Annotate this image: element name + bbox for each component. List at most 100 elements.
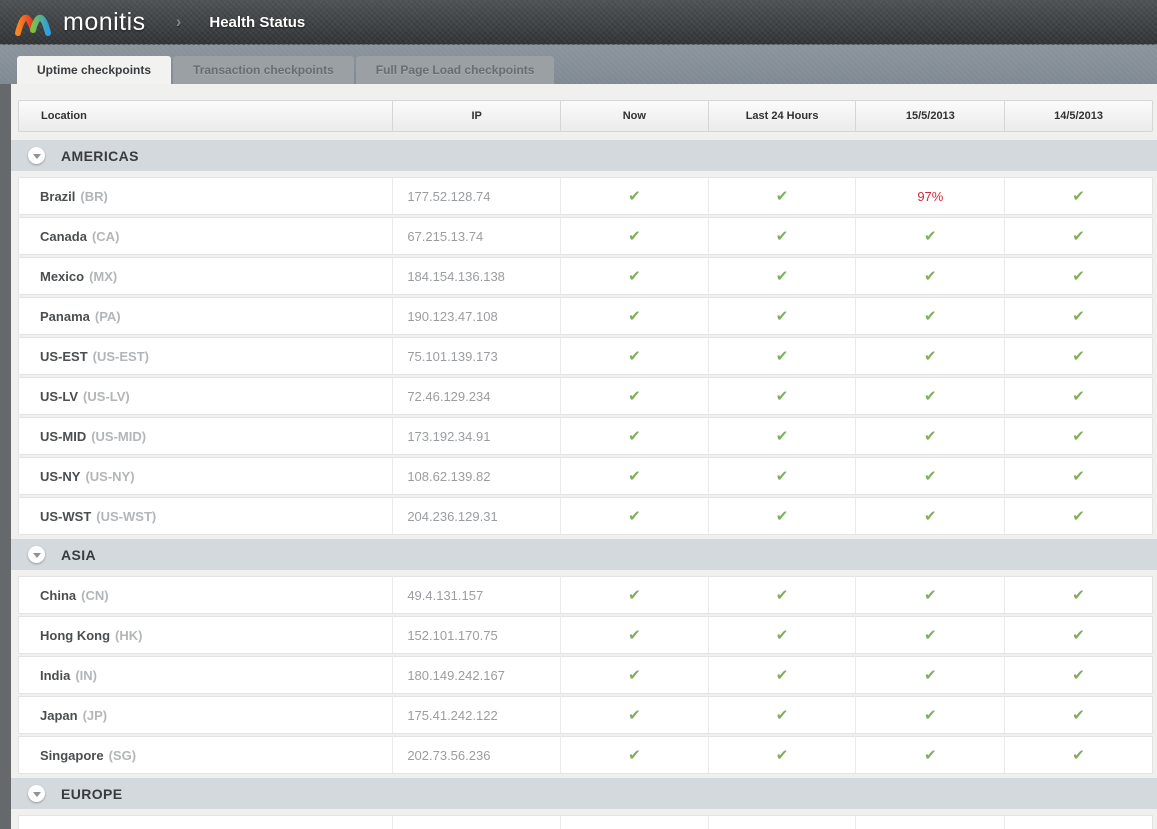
collapse-toggle-button[interactable] — [28, 147, 45, 164]
status-ok-check-icon: ✔ — [775, 666, 789, 684]
section-header-asia[interactable]: ASIA — [11, 539, 1157, 570]
table-row: US-MID (US-MID) 173.192.34.91 ✔ ✔ ✔ ✔ — [18, 417, 1153, 455]
column-header-location: Location — [41, 110, 87, 122]
page-title: Health Status — [209, 13, 306, 31]
location-code: (US-NY) — [85, 468, 135, 484]
tab-uptime-checkpoints[interactable]: Uptime checkpoints — [17, 56, 172, 84]
status-ok-check-icon: ✔ — [628, 626, 641, 644]
status-ok-check-icon: ✔ — [924, 347, 937, 365]
status-cell: ✔ — [1004, 737, 1152, 773]
ip-address: 190.123.47.108 — [407, 308, 498, 324]
ip-address: 177.52.128.74 — [407, 188, 491, 204]
status-cell: ✔ — [855, 338, 1004, 374]
location-name: Brazil — [40, 188, 76, 204]
section-header-americas[interactable]: AMERICAS — [11, 140, 1157, 171]
status-ok-check-icon: ✔ — [628, 746, 641, 764]
status-cell: ✔ — [855, 258, 1004, 294]
section-rows-europe — [18, 815, 1153, 829]
status-cell: ✔ — [707, 697, 856, 733]
ip-cell: 152.101.170.75 — [392, 617, 560, 653]
ip-address: 49.4.131.157 — [407, 587, 484, 603]
section-title: AMERICAS — [61, 147, 139, 164]
chevron-down-icon — [32, 791, 41, 797]
status-cell: ✔ — [559, 258, 708, 294]
status-ok-check-icon: ✔ — [1072, 467, 1085, 485]
status-ok-check-icon: ✔ — [924, 746, 937, 764]
ip-cell: 67.215.13.74 — [392, 218, 560, 254]
ip-cell: 108.62.139.82 — [392, 458, 560, 494]
ip-cell — [392, 816, 560, 829]
tab-full-page-load-checkpoints[interactable]: Full Page Load checkpoints — [355, 56, 555, 84]
status-ok-check-icon: ✔ — [924, 507, 937, 525]
status-cell — [855, 816, 1004, 829]
status-cell: ✔ — [1004, 338, 1152, 374]
table-row: Mexico (MX) 184.154.136.138 ✔ ✔ ✔ ✔ — [18, 257, 1153, 295]
ip-address: 108.62.139.82 — [407, 468, 491, 484]
location-code: (SG) — [108, 747, 137, 763]
status-cell: ✔ — [559, 178, 708, 214]
status-ok-check-icon: ✔ — [628, 586, 641, 604]
location-cell: US-NY (US-NY) — [19, 458, 392, 494]
status-cell: ✔ — [707, 378, 856, 414]
status-ok-check-icon: ✔ — [628, 187, 641, 205]
status-cell: ✔ — [1004, 657, 1152, 693]
monitis-logo[interactable]: monitis — [13, 7, 146, 37]
location-cell: Mexico (MX) — [19, 258, 392, 294]
status-ok-check-icon: ✔ — [924, 267, 937, 285]
section-header-europe[interactable]: EUROPE — [11, 778, 1157, 809]
status-ok-check-icon: ✔ — [775, 746, 789, 764]
column-header-date-14-5-2013: 14/5/2013 — [1004, 101, 1152, 131]
status-ok-check-icon: ✔ — [1072, 746, 1085, 764]
status-cell: ✔ — [1004, 617, 1152, 653]
status-ok-check-icon: ✔ — [775, 507, 789, 525]
status-cell: ✔ — [855, 697, 1004, 733]
status-cell: ✔ — [707, 298, 856, 334]
monitis-m-icon — [13, 7, 53, 37]
table-row: US-LV (US-LV) 72.46.129.234 ✔ ✔ ✔ ✔ — [18, 377, 1153, 415]
location-cell: Panama (PA) — [19, 298, 392, 334]
ip-cell: 175.41.242.122 — [392, 697, 560, 733]
ip-address: 184.154.136.138 — [407, 268, 505, 284]
ip-cell: 173.192.34.91 — [392, 418, 560, 454]
collapse-toggle-button[interactable] — [28, 546, 45, 563]
status-cell: ✔ — [855, 498, 1004, 534]
status-ok-check-icon: ✔ — [775, 626, 789, 644]
table-row: Japan (JP) 175.41.242.122 ✔ ✔ ✔ ✔ — [18, 696, 1153, 734]
tab-transaction-checkpoints[interactable]: Transaction checkpoints — [173, 56, 354, 84]
location-code: (CN) — [81, 587, 109, 603]
ip-address: 67.215.13.74 — [407, 228, 484, 244]
ip-address: 72.46.129.234 — [407, 388, 491, 404]
table-row — [18, 815, 1153, 829]
status-ok-check-icon: ✔ — [924, 666, 937, 684]
ip-address: 75.101.139.173 — [407, 348, 498, 364]
location-name: Hong Kong — [40, 627, 111, 643]
status-cell: ✔ — [855, 378, 1004, 414]
table-row: Panama (PA) 190.123.47.108 ✔ ✔ ✔ ✔ — [18, 297, 1153, 335]
brand-text: monitis — [63, 7, 146, 36]
status-cell: ✔ — [1004, 458, 1152, 494]
table-row: China (CN) 49.4.131.157 ✔ ✔ ✔ ✔ — [18, 576, 1153, 614]
status-ok-check-icon: ✔ — [924, 626, 937, 644]
status-ok-check-icon: ✔ — [1072, 267, 1085, 285]
status-ok-check-icon: ✔ — [628, 347, 641, 365]
status-ok-check-icon: ✔ — [628, 427, 641, 445]
status-cell — [707, 816, 856, 829]
table-row: Canada (CA) 67.215.13.74 ✔ ✔ ✔ ✔ — [18, 217, 1153, 255]
status-ok-check-icon: ✔ — [775, 706, 789, 724]
section-title: EUROPE — [61, 785, 123, 802]
location-cell: Canada (CA) — [19, 218, 392, 254]
status-ok-check-icon: ✔ — [775, 347, 789, 365]
status-ok-check-icon: ✔ — [1072, 227, 1085, 245]
ip-cell: 49.4.131.157 — [392, 577, 560, 613]
status-cell: ✔ — [559, 657, 708, 693]
status-ok-check-icon: ✔ — [924, 706, 937, 724]
status-ok-check-icon: ✔ — [628, 706, 641, 724]
status-cell: ✔ — [1004, 498, 1152, 534]
table-row: India (IN) 180.149.242.167 ✔ ✔ ✔ ✔ — [18, 656, 1153, 694]
status-cell: ✔ — [1004, 378, 1152, 414]
location-code: (US-MID) — [91, 428, 147, 444]
location-cell: US-WST (US-WST) — [19, 498, 392, 534]
status-ok-check-icon: ✔ — [628, 227, 641, 245]
collapse-toggle-button[interactable] — [28, 785, 45, 802]
status-cell: ✔ — [855, 657, 1004, 693]
